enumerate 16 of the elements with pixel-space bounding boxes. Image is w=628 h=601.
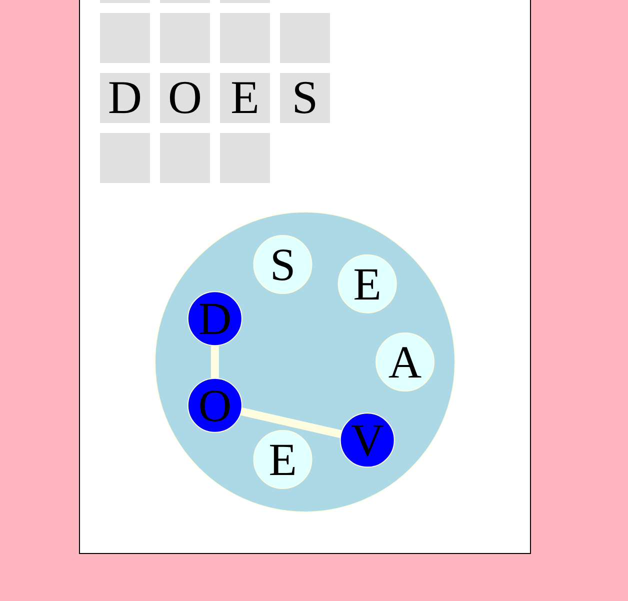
blank-tile xyxy=(280,13,330,63)
blank-tile xyxy=(220,133,270,183)
blank-tile xyxy=(220,13,270,63)
blank-tile xyxy=(100,133,150,183)
blank-tile xyxy=(160,133,210,183)
letter-tile: O xyxy=(160,73,210,123)
letter-button[interactable]: E xyxy=(253,430,312,489)
letter-button[interactable]: A xyxy=(376,332,434,392)
letter-button[interactable]: S xyxy=(253,235,312,294)
letter-tile: E xyxy=(220,73,270,123)
blank-tile xyxy=(100,13,150,63)
letter-tile: D xyxy=(100,73,150,123)
letter-button[interactable]: E xyxy=(338,254,397,314)
blank-tile xyxy=(160,13,210,63)
connector-line xyxy=(210,346,219,378)
letter-tile: S xyxy=(280,73,330,123)
